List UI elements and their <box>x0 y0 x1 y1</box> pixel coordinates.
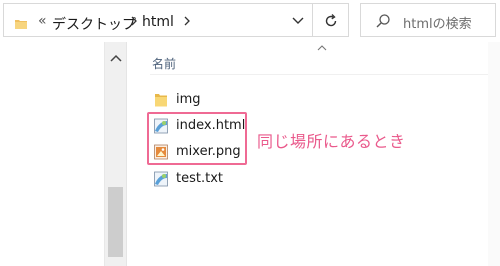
chevron-right-icon[interactable] <box>129 15 139 27</box>
sort-ascending-icon <box>317 45 327 51</box>
pane-divider <box>126 42 127 266</box>
chevron-right-icon[interactable] <box>182 15 192 27</box>
address-bar-area: « デスクトップ html htmlの検索 <box>0 0 500 42</box>
header-divider <box>150 74 490 75</box>
list-item[interactable]: img <box>152 90 282 110</box>
annotation-label: 同じ場所にあるとき <box>257 132 406 151</box>
breadcrumb-desktop[interactable]: デスクトップ <box>52 14 136 34</box>
overflow-chevron-icon[interactable]: « <box>38 13 47 29</box>
refresh-icon <box>325 14 337 27</box>
search-placeholder: htmlの検索 <box>403 17 472 32</box>
folder-icon <box>155 94 167 107</box>
scrollbar-thumb[interactable] <box>108 187 123 257</box>
breadcrumb-html[interactable]: html <box>142 14 174 30</box>
search-icon <box>376 14 390 28</box>
column-header-name[interactable]: 名前 <box>152 55 176 72</box>
text-file-icon <box>154 171 168 187</box>
list-item[interactable]: test.txt <box>152 169 282 189</box>
search-input[interactable]: htmlの検索 <box>360 3 496 37</box>
file-name: img <box>176 92 201 107</box>
scroll-up-arrow-icon[interactable] <box>110 54 122 62</box>
file-list-scrollbar[interactable] <box>488 42 500 266</box>
file-name: test.txt <box>176 171 223 186</box>
navigation-pane-scrollbar[interactable] <box>104 42 126 266</box>
chevron-down-icon[interactable] <box>291 16 305 26</box>
address-bar[interactable]: « デスクトップ html <box>3 3 313 37</box>
refresh-button[interactable] <box>313 3 349 37</box>
highlight-box <box>147 112 247 165</box>
folder-icon <box>15 20 27 29</box>
